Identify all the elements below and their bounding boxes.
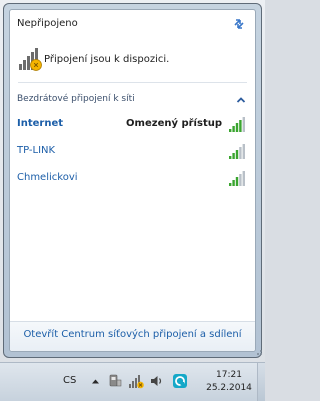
- network-status: Omezený přístup: [126, 118, 222, 129]
- network-name: Chmelickovi: [17, 172, 78, 183]
- signal-bar: [242, 144, 245, 159]
- signal-bar: [232, 126, 235, 132]
- network-flyout: Nepřipojeno Připojení jsou k dispozici. …: [3, 3, 262, 358]
- connections-available-message: Připojení jsou k dispozici.: [44, 54, 170, 65]
- signal-bar: [242, 117, 245, 132]
- network-item[interactable]: Chmelickovi: [10, 167, 255, 191]
- signal-bar: [229, 183, 232, 186]
- devices-tray-icon[interactable]: [107, 373, 123, 389]
- taskbar: CS 17:21 25.2.2014: [0, 362, 265, 401]
- signal-bar: [239, 147, 242, 159]
- wireless-section-header[interactable]: Bezdrátové připojení k síti: [17, 93, 249, 107]
- signal-strength-icon: [229, 144, 245, 159]
- clock-time: 17:21: [216, 370, 242, 380]
- signal-bar: [235, 123, 239, 132]
- network-name: TP-LINK: [17, 145, 56, 156]
- refresh-icon[interactable]: [231, 16, 247, 32]
- wireless-section-label: Bezdrátové připojení k síti: [17, 94, 135, 104]
- language-indicator[interactable]: CS: [63, 375, 76, 386]
- show-hidden-icons-button[interactable]: [91, 377, 100, 386]
- taskbar-clock[interactable]: 17:21 25.2.2014: [204, 369, 254, 395]
- network-flyout-panel: Nepřipojeno Připojení jsou k dispozici. …: [9, 9, 256, 352]
- resize-grip-icon[interactable]: [253, 346, 263, 356]
- signal-bar: [229, 129, 232, 132]
- signal-bar: [239, 120, 242, 132]
- header-divider: [18, 82, 247, 83]
- signal-bar: [232, 153, 235, 159]
- network-tray-icon[interactable]: [128, 373, 144, 389]
- network-item[interactable]: TP-LINK: [10, 140, 255, 164]
- signal-bar: [242, 171, 245, 186]
- flyout-footer: Otevřít Centrum síťových připojení a sdí…: [10, 321, 255, 351]
- network-name: Internet: [17, 118, 64, 129]
- open-network-center-link[interactable]: Otevřít Centrum síťových připojení a sdí…: [10, 329, 255, 340]
- signal-bar: [235, 177, 239, 186]
- signal-strength-icon: [229, 171, 245, 186]
- signal-bar: [235, 150, 239, 159]
- app-tray-icon[interactable]: [172, 373, 188, 389]
- connection-status-title: Nepřipojeno: [17, 18, 78, 29]
- signal-strength-icon: [229, 117, 245, 132]
- network-available-icon: [19, 48, 42, 71]
- chevron-up-icon[interactable]: [235, 94, 247, 106]
- volume-icon[interactable]: [149, 373, 165, 389]
- clock-date: 25.2.2014: [206, 383, 252, 393]
- flyout-header: Nepřipojeno Připojení jsou k dispozici.: [10, 10, 255, 72]
- signal-bar: [239, 174, 242, 186]
- signal-bar: [232, 180, 235, 186]
- network-item[interactable]: Internet Omezený přístup: [10, 113, 255, 137]
- show-desktop-button[interactable]: [257, 363, 265, 401]
- signal-bar: [229, 156, 232, 159]
